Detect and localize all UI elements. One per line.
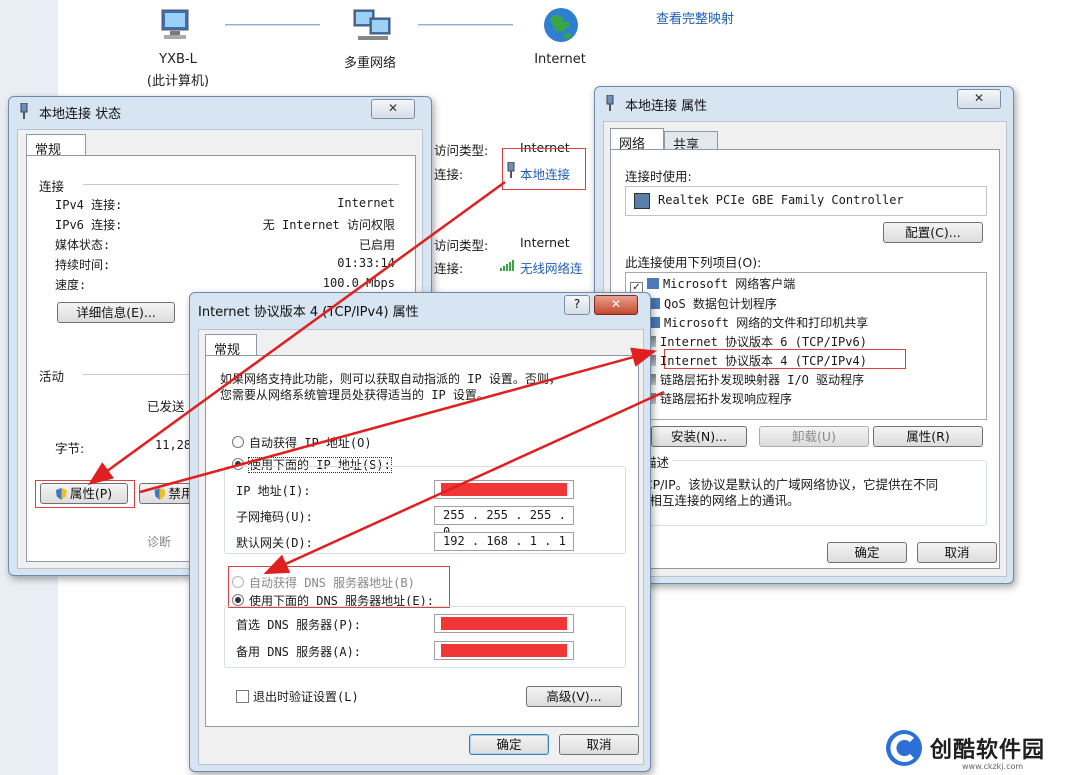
annotation-arrows [87, 180, 665, 575]
brand-name: 创酷软件园 [930, 738, 1046, 763]
brand-logo-icon [884, 728, 924, 768]
brand-url: www.ckzkj.com [962, 762, 1024, 771]
arrow-to-dns-option [263, 390, 665, 575]
arrow-to-ipv4-item [139, 347, 657, 494]
arrow-to-properties [87, 180, 506, 485]
